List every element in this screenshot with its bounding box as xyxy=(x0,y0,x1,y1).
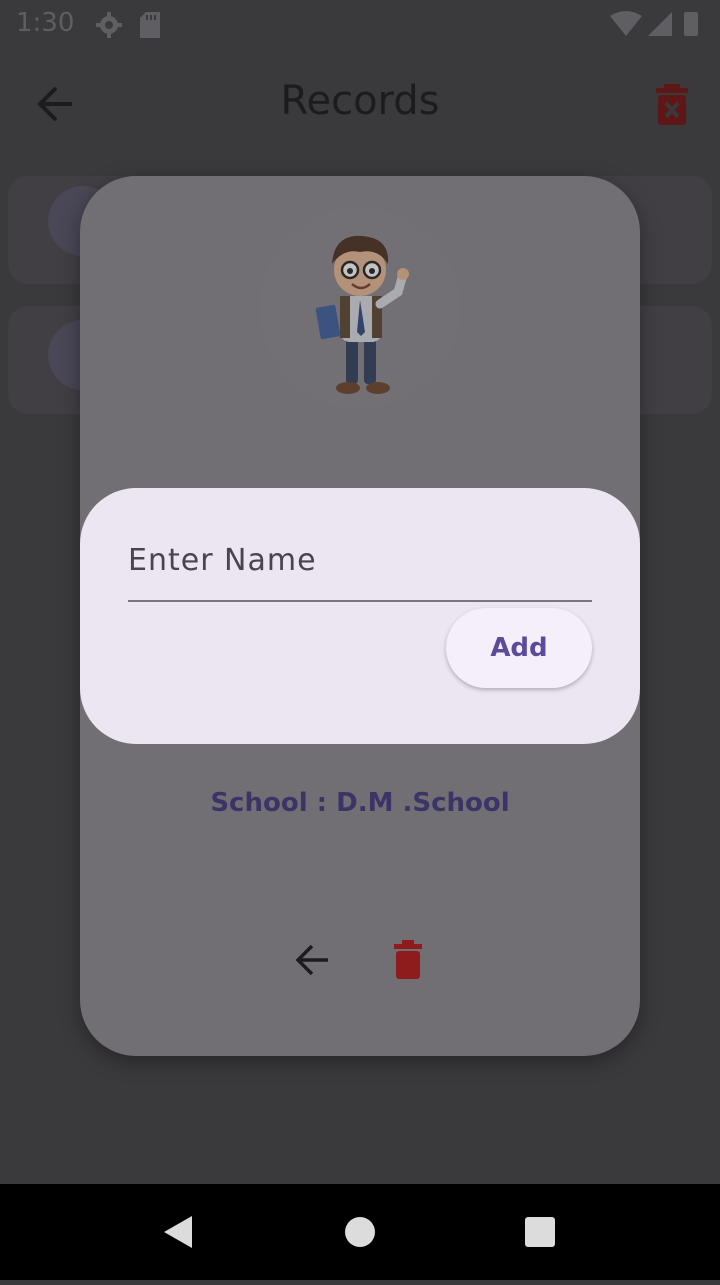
sd-card-icon xyxy=(140,12,160,38)
student-avatar xyxy=(260,208,460,408)
page-title: Records xyxy=(280,78,440,124)
name-input[interactable] xyxy=(128,520,592,602)
add-button[interactable]: Add xyxy=(446,608,592,688)
school-label: School : D.M .School xyxy=(210,788,510,818)
battery-icon xyxy=(684,12,698,36)
system-nav-bar xyxy=(0,1184,720,1280)
nav-recents-icon[interactable] xyxy=(525,1217,555,1247)
delete-all-button[interactable] xyxy=(654,82,690,126)
status-time: 1:30 xyxy=(16,8,75,38)
nav-home-icon[interactable] xyxy=(345,1217,375,1247)
status-icons-right xyxy=(610,10,706,45)
nav-back-icon[interactable] xyxy=(164,1216,192,1248)
status-icons-left xyxy=(92,10,182,45)
trash-icon xyxy=(394,940,422,979)
signal-icon xyxy=(648,12,672,36)
wifi-icon xyxy=(610,11,642,36)
detail-delete-button[interactable] xyxy=(392,940,424,980)
delete-all-icon xyxy=(656,84,688,125)
detail-back-button[interactable] xyxy=(292,940,332,980)
arrow-back-icon xyxy=(295,944,328,976)
settings-icon xyxy=(96,12,122,38)
status-bar: 1:30 xyxy=(0,0,720,48)
